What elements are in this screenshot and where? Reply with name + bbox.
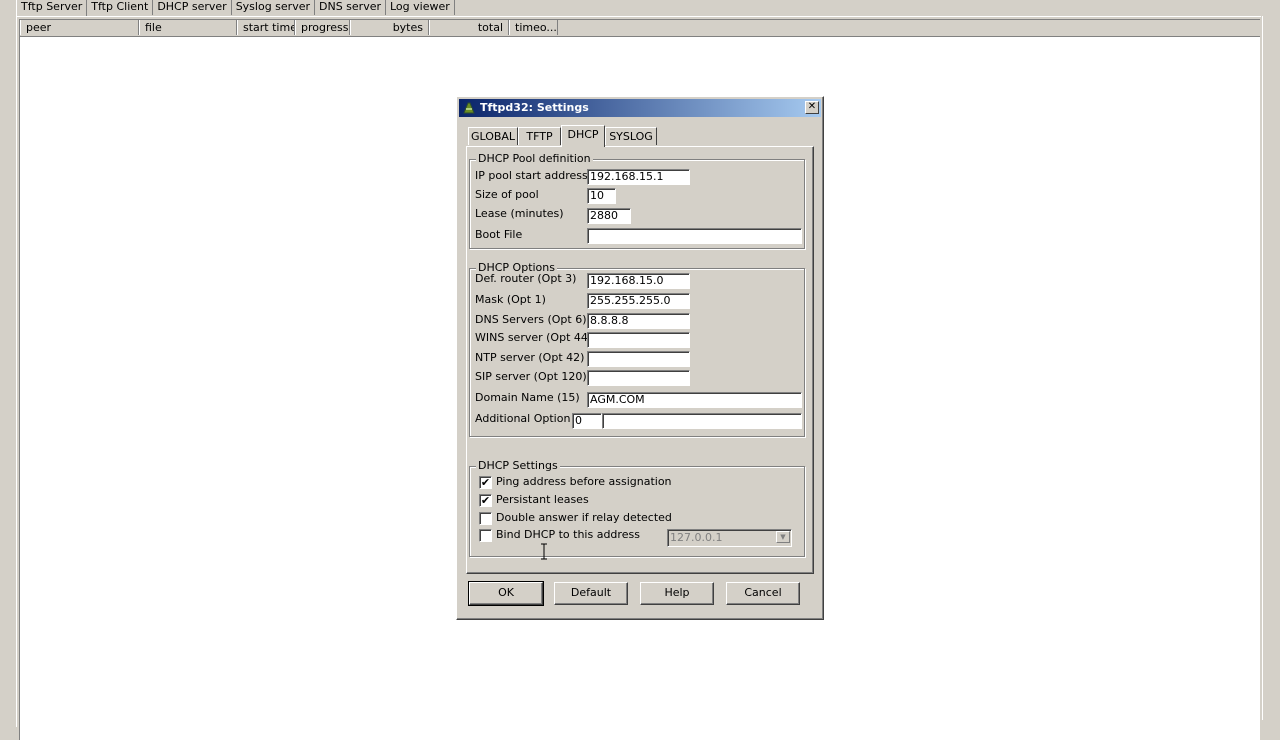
pool-start-input[interactable]: 192.168.15.1	[587, 169, 690, 185]
cancel-button[interactable]: Cancel	[726, 582, 800, 605]
tab-global[interactable]: GLOBAL	[468, 127, 518, 145]
pool-start-label: IP pool start address	[475, 169, 588, 182]
ping-label[interactable]: Ping address before assignation	[496, 475, 672, 489]
ntp-label: NTP server (Opt 42)	[475, 351, 585, 364]
sip-label: SIP server (Opt 120)	[475, 370, 587, 383]
tftpd-app-icon	[463, 102, 475, 114]
boot-file-label: Boot File	[475, 228, 523, 241]
ok-button[interactable]: OK	[468, 581, 544, 606]
dialog-titlebar[interactable]: Tftpd32: Settings ✕	[459, 99, 821, 117]
tab-log-viewer[interactable]: Log viewer	[386, 0, 455, 15]
bind-dhcp-checkbox[interactable]	[479, 529, 492, 542]
bind-address-value: 127.0.0.1	[670, 531, 723, 544]
wins-input[interactable]	[587, 332, 690, 348]
pool-group-label: DHCP Pool definition	[476, 152, 593, 166]
tab-tftp[interactable]: TFTP	[518, 127, 561, 145]
lease-input[interactable]: 2880	[587, 208, 631, 224]
tab-syslog-server[interactable]: Syslog server	[232, 0, 315, 15]
column-file[interactable]: file	[139, 20, 237, 35]
tab-dhcp-server[interactable]: DHCP server	[153, 0, 232, 15]
dns-input[interactable]: 8.8.8.8	[587, 313, 690, 329]
tab-dns-server[interactable]: DNS server	[315, 0, 386, 15]
additional-option-input[interactable]	[602, 413, 802, 429]
double-answer-label[interactable]: Double answer if relay detected	[496, 511, 672, 525]
window-right-edge	[1262, 16, 1280, 720]
bind-dhcp-label[interactable]: Bind DHCP to this address	[496, 528, 640, 542]
lease-label: Lease (minutes)	[475, 207, 564, 220]
settings-group-label: DHCP Settings	[476, 459, 560, 473]
column-total[interactable]: total	[429, 20, 509, 35]
column-bytes[interactable]: bytes	[350, 20, 429, 35]
chevron-down-icon[interactable]: ▼	[776, 531, 790, 543]
column-start-time[interactable]: start time	[237, 20, 295, 35]
list-header: peer file start time progress bytes tota…	[20, 20, 1260, 37]
tab-tftp-client[interactable]: Tftp Client	[87, 0, 154, 15]
tab-syslog[interactable]: SYSLOG	[605, 127, 657, 145]
dialog-title: Tftpd32: Settings	[480, 101, 589, 114]
settings-dialog: Tftpd32: Settings ✕ GLOBAL TFTP DHCP SYS…	[456, 96, 824, 620]
persistant-leases-checkbox[interactable]: ✔	[479, 494, 492, 507]
double-answer-checkbox[interactable]	[479, 512, 492, 525]
help-button[interactable]: Help	[640, 582, 714, 605]
default-button[interactable]: Default	[554, 582, 628, 605]
boot-file-input[interactable]	[587, 228, 802, 244]
main-tab-strip: Tftp Server Tftp Client DHCP server Sysl…	[16, 0, 455, 17]
persistant-leases-label[interactable]: Persistant leases	[496, 493, 589, 507]
column-progress[interactable]: progress	[295, 20, 350, 35]
ntp-input[interactable]	[587, 351, 690, 367]
dns-label: DNS Servers (Opt 6)	[475, 313, 587, 326]
tab-dhcp[interactable]: DHCP	[561, 125, 605, 147]
mask-input[interactable]: 255.255.255.0	[587, 293, 690, 309]
column-timeout[interactable]: timeo...	[509, 20, 558, 35]
wins-label: WINS server (Opt 44)	[475, 331, 593, 344]
mask-label: Mask (Opt 1)	[475, 293, 546, 306]
router-input[interactable]: 192.168.15.0	[587, 273, 690, 289]
tab-tftp-server[interactable]: Tftp Server	[16, 0, 88, 17]
sip-input[interactable]	[587, 370, 690, 386]
additional-option-number[interactable]: 0	[572, 413, 602, 429]
pool-size-label: Size of pool	[475, 188, 539, 201]
domain-label: Domain Name (15)	[475, 391, 580, 404]
additional-option-label: Additional Option	[475, 412, 571, 425]
dhcp-tab-panel: DHCP Pool definition IP pool start addre…	[466, 146, 814, 574]
close-button[interactable]: ✕	[805, 101, 819, 114]
bind-address-dropdown[interactable]: 127.0.0.1 ▼	[667, 529, 792, 547]
pool-size-input[interactable]: 10	[587, 188, 616, 204]
column-peer[interactable]: peer	[20, 20, 139, 35]
router-label: Def. router (Opt 3)	[475, 272, 577, 285]
domain-input[interactable]: AGM.COM	[587, 392, 802, 408]
ping-checkbox[interactable]: ✔	[479, 476, 492, 489]
text-cursor-icon	[541, 543, 547, 560]
